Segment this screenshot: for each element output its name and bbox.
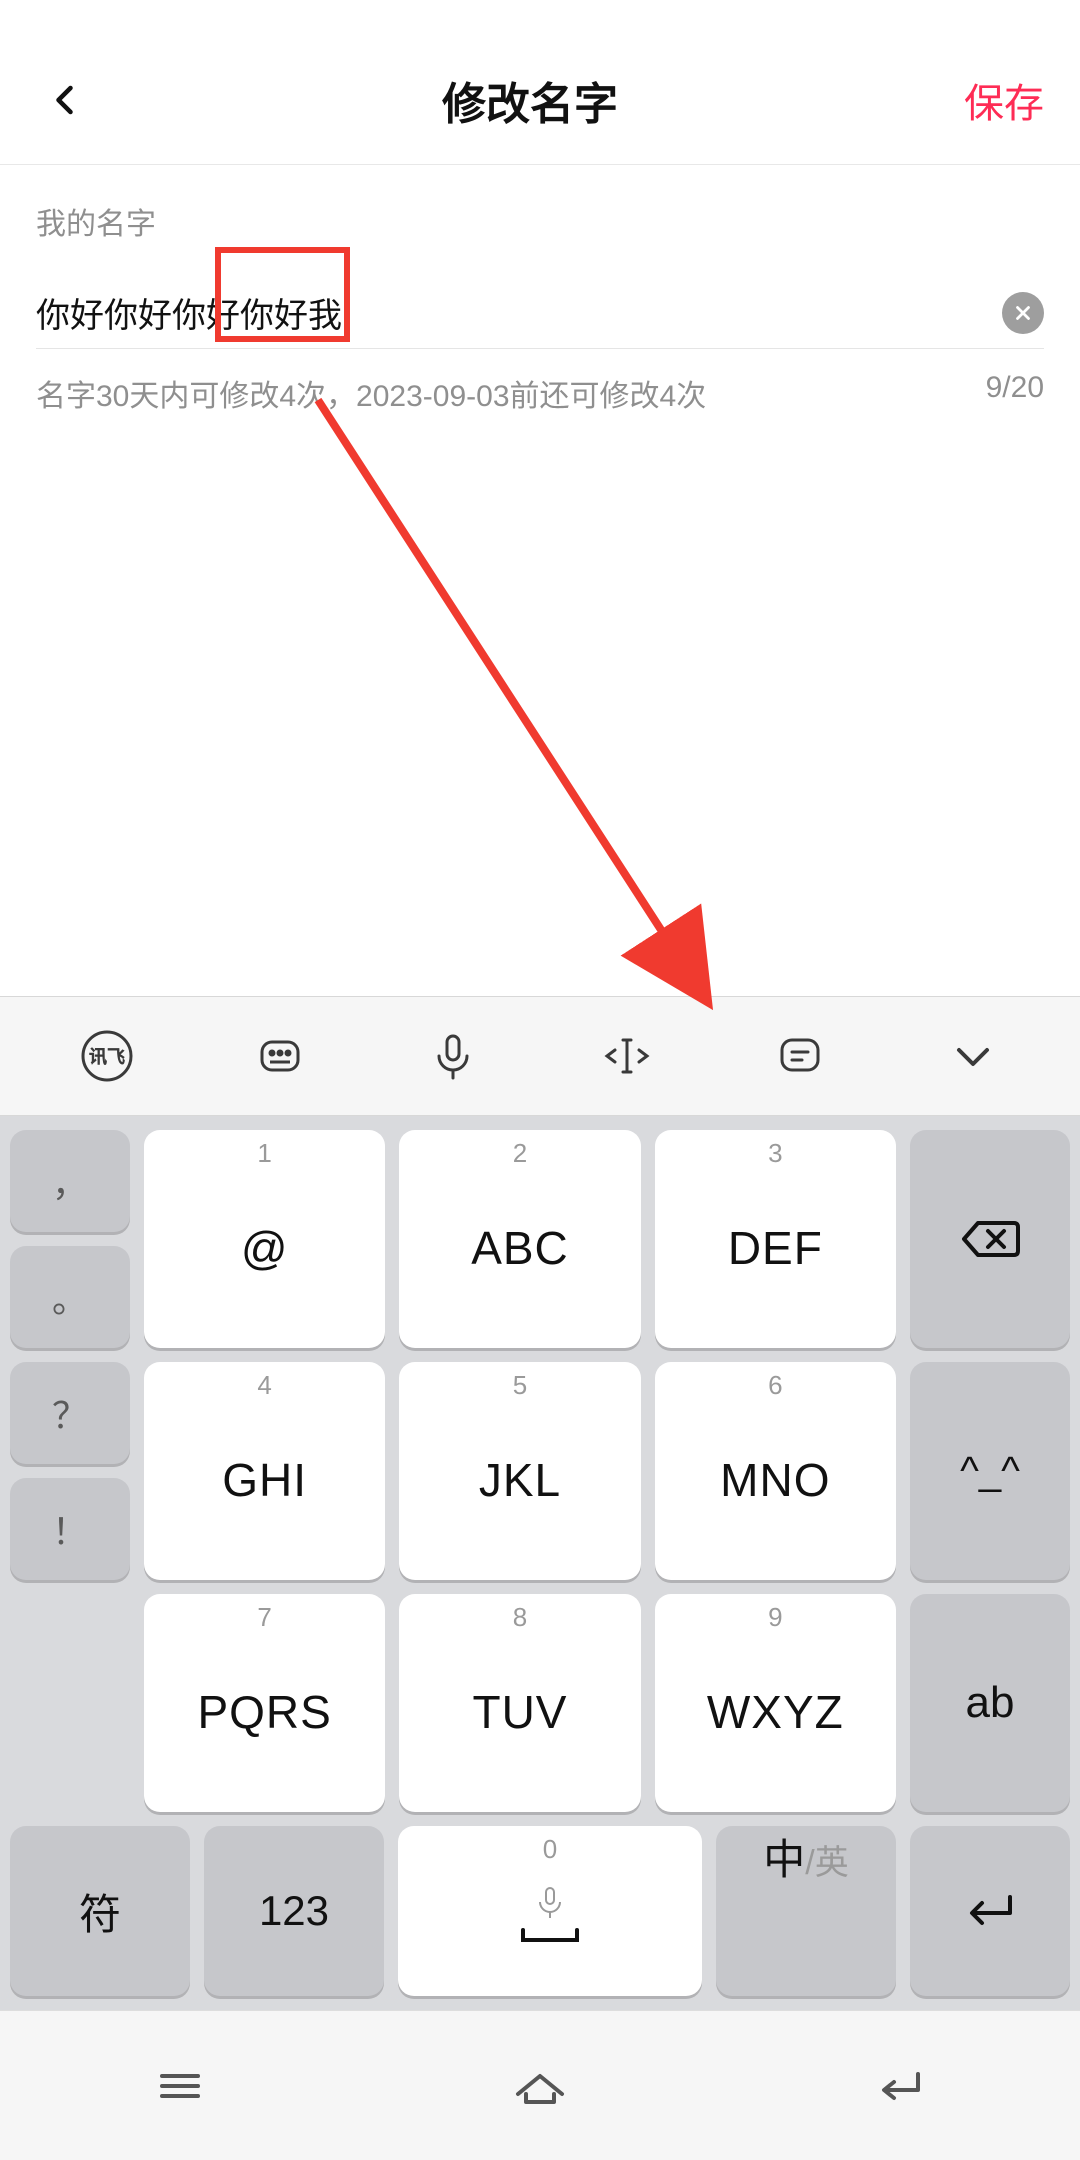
key-language[interactable]: 中/英 <box>716 1826 896 1996</box>
space-icon <box>515 1924 585 1948</box>
keyboard-icon <box>252 1028 308 1084</box>
close-icon <box>1012 302 1034 324</box>
chevron-down-icon <box>945 1028 1001 1084</box>
field-label: 我的名字 <box>36 199 1044 243</box>
save-button[interactable]: 保存 <box>964 71 1044 129</box>
key-label: DEF <box>728 1221 823 1275</box>
key-enter[interactable] <box>910 1826 1070 1996</box>
microphone-icon <box>528 1880 572 1924</box>
key-3-def[interactable]: 3 DEF <box>655 1130 896 1348</box>
key-4-ghi[interactable]: 4 GHI <box>144 1362 385 1580</box>
key-6-mno[interactable]: 6 MNO <box>655 1362 896 1580</box>
nav-home-button[interactable] <box>490 2056 590 2116</box>
key-backspace[interactable] <box>910 1130 1070 1348</box>
key-label: PQRS <box>197 1685 331 1739</box>
keyboard: ， 。 1 @ 2 ABC 3 DEF <box>0 1116 1080 2010</box>
key-space[interactable]: 0 <box>398 1826 702 1996</box>
enter-icon <box>960 1889 1020 1933</box>
key-exclaim[interactable]: ！ <box>10 1478 130 1580</box>
key-label: @ <box>241 1221 289 1275</box>
key-label: TUV <box>472 1685 567 1739</box>
cursor-move-icon <box>595 1028 659 1084</box>
key-label: JKL <box>479 1453 561 1507</box>
lang-sub: /英 <box>805 1835 848 1884</box>
key-comma[interactable]: ， <box>10 1130 130 1232</box>
key-digit: 8 <box>513 1602 527 1633</box>
nav-back-button[interactable] <box>850 2056 950 2116</box>
key-digit: 3 <box>768 1138 782 1169</box>
svg-text:讯飞: 讯飞 <box>89 1047 125 1067</box>
ime-logo-button[interactable]: 讯飞 <box>67 1016 147 1096</box>
chevron-left-icon <box>48 82 84 118</box>
ime-cursor-button[interactable] <box>587 1016 667 1096</box>
key-emoji[interactable]: ^_^ <box>910 1362 1070 1580</box>
key-digit: 1 <box>257 1138 271 1169</box>
key-numeric[interactable]: 123 <box>204 1826 384 1996</box>
key-question[interactable]: ？ <box>10 1362 130 1464</box>
key-8-tuv[interactable]: 8 TUV <box>399 1594 640 1812</box>
key-7-pqrs[interactable]: 7 PQRS <box>144 1594 385 1812</box>
microphone-icon <box>425 1028 481 1084</box>
home-icon <box>508 2064 572 2108</box>
nav-recent-button[interactable] <box>130 2056 230 2116</box>
message-icon <box>772 1028 828 1084</box>
hint-text: 名字30天内可修改4次，2023-09-03前还可修改4次 <box>36 371 706 415</box>
content-spacer <box>0 415 1080 996</box>
key-digit: 6 <box>768 1370 782 1401</box>
hint-row: 名字30天内可修改4次，2023-09-03前还可修改4次 9/20 <box>36 371 1044 415</box>
key-label: MNO <box>720 1453 830 1507</box>
key-digit: 0 <box>543 1834 557 1865</box>
key-9-wxyz[interactable]: 9 WXYZ <box>655 1594 896 1812</box>
menu-icon <box>152 2066 208 2106</box>
system-navbar <box>0 2010 1080 2160</box>
key-2-abc[interactable]: 2 ABC <box>399 1130 640 1348</box>
ime-voice-button[interactable] <box>413 1016 493 1096</box>
key-digit: 4 <box>257 1370 271 1401</box>
ime-keyboard-switch-button[interactable] <box>240 1016 320 1096</box>
key-label: ABC <box>471 1221 569 1275</box>
ime-toolbar: 讯飞 <box>0 996 1080 1116</box>
key-digit: 2 <box>513 1138 527 1169</box>
key-1-at[interactable]: 1 @ <box>144 1130 385 1348</box>
backspace-icon <box>958 1215 1022 1263</box>
back-icon <box>868 2064 932 2108</box>
char-counter: 9/20 <box>986 371 1044 415</box>
page-title: 修改名字 <box>442 68 618 132</box>
ime-clipboard-button[interactable] <box>760 1016 840 1096</box>
name-form: 我的名字 名字30天内可修改4次，2023-09-03前还可修改4次 9/20 <box>0 165 1080 415</box>
key-digit: 7 <box>257 1602 271 1633</box>
key-label: WXYZ <box>707 1685 844 1739</box>
name-input-row <box>36 277 1044 349</box>
key-symbol[interactable]: 符 <box>10 1826 190 1996</box>
lang-main: 中 <box>763 1826 805 1887</box>
key-digit: 9 <box>768 1602 782 1633</box>
iflytek-icon: 讯飞 <box>79 1028 135 1084</box>
key-period[interactable]: 。 <box>10 1246 130 1348</box>
clear-button[interactable] <box>1002 292 1044 334</box>
ime-collapse-button[interactable] <box>933 1016 1013 1096</box>
back-button[interactable] <box>36 70 96 130</box>
key-label: GHI <box>222 1453 307 1507</box>
name-input[interactable] <box>36 293 1002 332</box>
key-digit: 5 <box>513 1370 527 1401</box>
key-alpha[interactable]: ab <box>910 1594 1070 1812</box>
key-5-jkl[interactable]: 5 JKL <box>399 1362 640 1580</box>
header: 修改名字 保存 <box>0 35 1080 165</box>
